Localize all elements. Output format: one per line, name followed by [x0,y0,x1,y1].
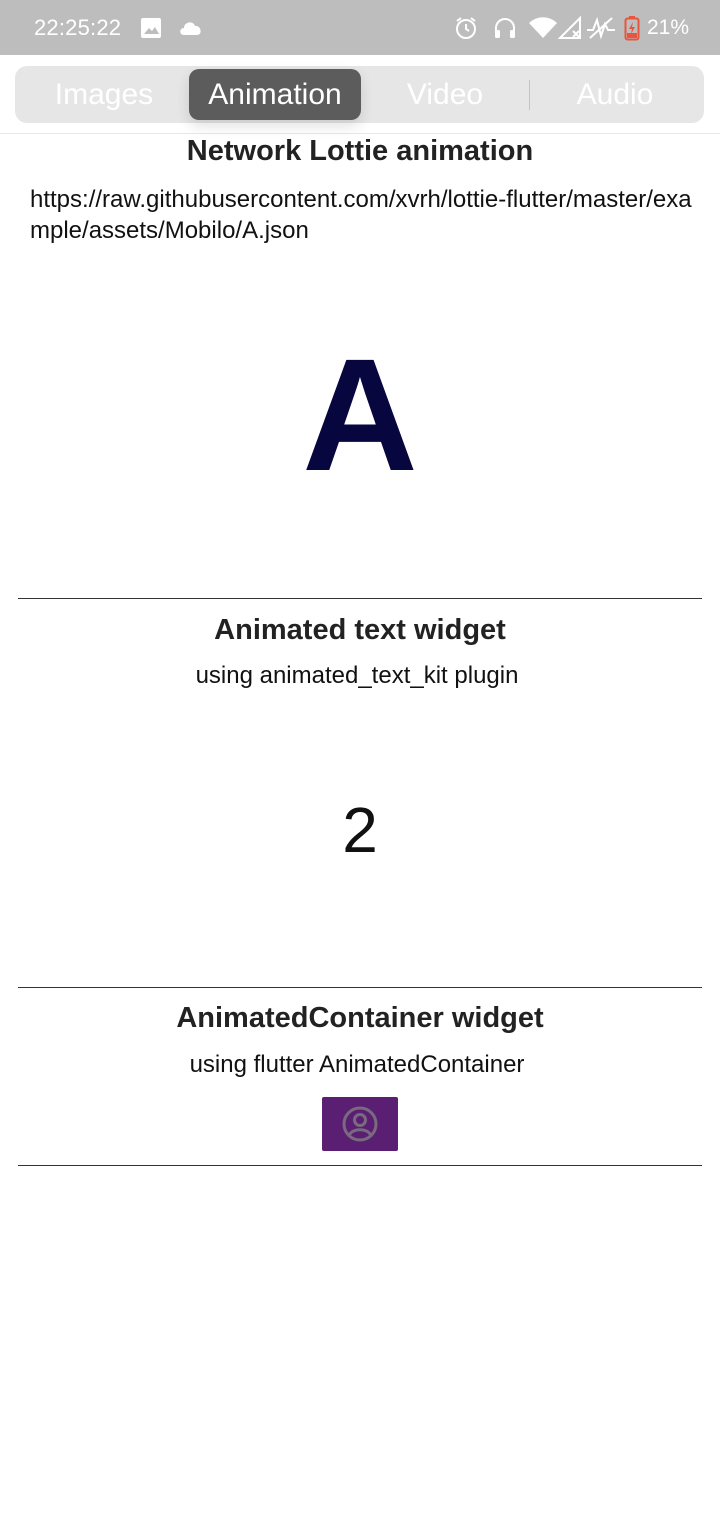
alarm-icon [456,17,476,39]
animated-container-section-title: AnimatedContainer widget [176,1002,544,1034]
animated-text-value: 2 [342,794,378,866]
account-circle-icon [342,1106,378,1142]
animated-container-subtitle: using flutter AnimatedContainer [189,1051,525,1078]
divider [18,598,702,599]
wifi-icon [529,17,557,38]
tab-audio[interactable]: Audio [530,66,700,123]
animated-text-section-title: Animated text widget [214,614,506,646]
tab-images[interactable]: Images [27,66,181,123]
tab-animation[interactable]: Animation [189,69,361,120]
status-time: 22:25:22 [34,15,122,40]
divider [18,1165,702,1166]
lottie-url: https://raw.githubusercontent.com/xvrh/l… [30,186,692,244]
tab-video[interactable]: Video [361,66,529,123]
battery-charging-icon [624,16,640,41]
lottie-section-title: Network Lottie animation [186,135,534,167]
cloud-icon [180,22,201,35]
headphones-icon [495,18,515,38]
tab-bar-container: Images Animation Video Audio [0,55,720,134]
animated-container-box[interactable] [322,1097,398,1151]
battery-percentage: 21% [647,16,690,39]
signal-icon [558,16,581,39]
animated-text-subtitle: using animated_text_kit plugin [195,662,519,689]
divider [18,987,702,988]
activity-icon [587,16,615,40]
image-icon [141,18,161,38]
lottie-animation: A [302,325,418,504]
segmented-tab-bar: Images Animation Video Audio [15,66,704,123]
status-bar: 22:25:22 21% [0,0,720,55]
